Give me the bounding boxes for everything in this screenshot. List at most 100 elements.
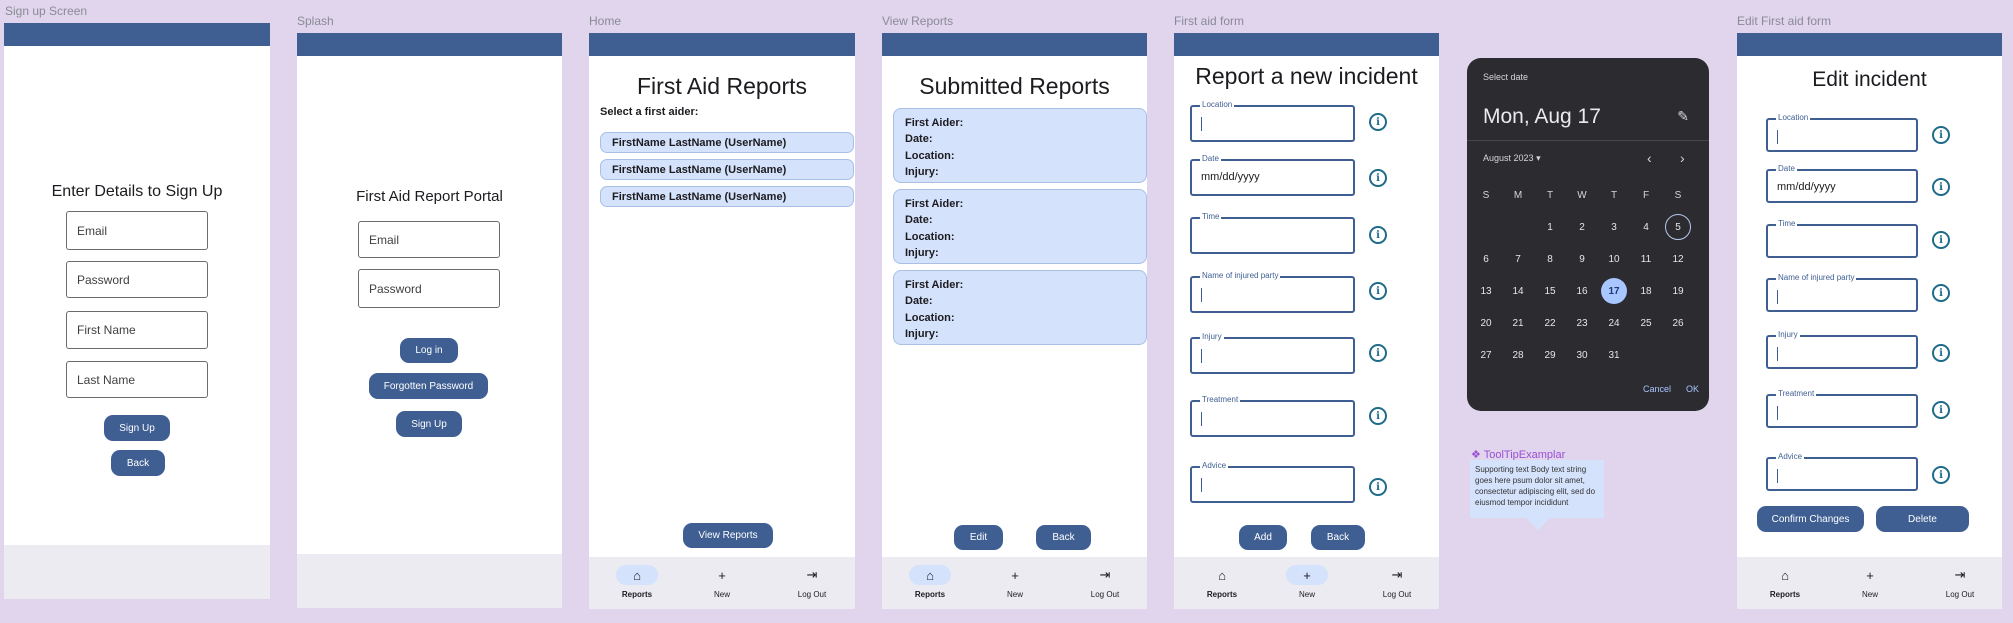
email-field[interactable]: Email: [66, 211, 208, 250]
calendar-day[interactable]: 3: [1601, 214, 1627, 240]
report-card[interactable]: First Aider: Date: Location: Injury:: [893, 108, 1147, 183]
injury-input[interactable]: Injury: [1190, 332, 1355, 374]
info-icon[interactable]: i: [1932, 401, 1950, 419]
nav-new[interactable]: + New: [692, 565, 752, 600]
calendar-day[interactable]: 25: [1633, 310, 1659, 336]
calendar-day[interactable]: 31: [1601, 342, 1627, 368]
first-name-field[interactable]: First Name: [66, 311, 208, 349]
advice-input[interactable]: Advice: [1766, 452, 1918, 491]
calendar-day[interactable]: 18: [1633, 278, 1659, 304]
password-field[interactable]: Password: [66, 261, 208, 298]
calendar-day[interactable]: 23: [1569, 310, 1595, 336]
calendar-day[interactable]: 29: [1537, 342, 1563, 368]
next-month-icon[interactable]: ›: [1680, 150, 1685, 166]
calendar-day[interactable]: 22: [1537, 310, 1563, 336]
calendar-day[interactable]: 20: [1473, 310, 1499, 336]
report-card[interactable]: First Aider: Date: Location: Injury:: [893, 189, 1147, 264]
calendar-day[interactable]: 27: [1473, 342, 1499, 368]
back-button[interactable]: Back: [111, 450, 165, 476]
edit-button[interactable]: Edit: [954, 525, 1003, 550]
info-icon[interactable]: i: [1369, 407, 1387, 425]
last-name-field[interactable]: Last Name: [66, 361, 208, 398]
nav-new[interactable]: + New: [1840, 565, 1900, 600]
aider-list-item[interactable]: FirstName LastName (UserName): [600, 186, 854, 207]
forgot-password-button[interactable]: Forgotten Password: [369, 373, 488, 399]
report-card[interactable]: First Aider: Date: Location: Injury:: [893, 270, 1147, 345]
calendar-day[interactable]: 8: [1537, 246, 1563, 272]
calendar-day[interactable]: 9: [1569, 246, 1595, 272]
pencil-icon[interactable]: ✎: [1677, 108, 1689, 125]
prev-month-icon[interactable]: ‹: [1647, 150, 1652, 166]
nav-reports[interactable]: ⌂ Reports: [607, 565, 667, 599]
location-input[interactable]: Location: [1766, 113, 1918, 152]
info-icon[interactable]: i: [1369, 226, 1387, 244]
location-input[interactable]: Location: [1190, 100, 1355, 142]
calendar-day[interactable]: 21: [1505, 310, 1531, 336]
treatment-input[interactable]: Treatment: [1766, 389, 1918, 428]
calendar-day[interactable]: 26: [1665, 310, 1691, 336]
info-icon[interactable]: i: [1932, 126, 1950, 144]
delete-button[interactable]: Delete: [1876, 506, 1969, 532]
add-button[interactable]: Add: [1239, 525, 1287, 550]
treatment-input[interactable]: Treatment: [1190, 395, 1355, 437]
cancel-button[interactable]: Cancel: [1643, 384, 1671, 394]
email-field[interactable]: Email: [358, 221, 500, 258]
injured-party-input[interactable]: Name of injured party: [1766, 273, 1918, 312]
month-selector[interactable]: August 2023 ▾: [1483, 153, 1541, 164]
nav-reports[interactable]: ⌂ Reports: [1755, 565, 1815, 600]
calendar-day[interactable]: 16: [1569, 278, 1595, 304]
password-field[interactable]: Password: [358, 269, 500, 308]
nav-reports[interactable]: ⌂ Reports: [1192, 565, 1252, 600]
info-icon[interactable]: i: [1932, 344, 1950, 362]
info-icon[interactable]: i: [1932, 284, 1950, 302]
calendar-day[interactable]: 1: [1537, 214, 1563, 240]
signup-button[interactable]: Sign Up: [104, 415, 170, 441]
calendar-day[interactable]: 10: [1601, 246, 1627, 272]
info-icon[interactable]: i: [1932, 466, 1950, 484]
back-button[interactable]: Back: [1036, 525, 1091, 550]
advice-input[interactable]: Advice: [1190, 461, 1355, 503]
calendar-day[interactable]: 6: [1473, 246, 1499, 272]
nav-logout[interactable]: ⇥ Log Out: [1367, 565, 1427, 599]
info-icon[interactable]: i: [1369, 282, 1387, 300]
aider-list-item[interactable]: FirstName LastName (UserName): [600, 132, 854, 153]
calendar-day[interactable]: 2: [1569, 214, 1595, 240]
calendar-day[interactable]: 5: [1665, 214, 1691, 240]
nav-reports[interactable]: ⌂ Reports: [900, 565, 960, 599]
view-reports-button[interactable]: View Reports: [683, 523, 773, 548]
calendar-day[interactable]: 17: [1601, 278, 1627, 304]
signup-button[interactable]: Sign Up: [396, 411, 462, 437]
time-input[interactable]: Time: [1190, 212, 1355, 254]
nav-logout[interactable]: ⇥ Log Out: [1075, 565, 1135, 599]
nav-new[interactable]: + New: [1277, 565, 1337, 599]
aider-list-item[interactable]: FirstName LastName (UserName): [600, 159, 854, 180]
calendar-day[interactable]: 11: [1633, 246, 1659, 272]
calendar-day[interactable]: 19: [1665, 278, 1691, 304]
time-input[interactable]: Time: [1766, 219, 1918, 258]
nav-logout[interactable]: ⇥ Log Out: [1930, 565, 1990, 599]
date-input[interactable]: Date mm/dd/yyyy: [1190, 154, 1355, 196]
injured-party-input[interactable]: Name of injured party: [1190, 271, 1355, 313]
info-icon[interactable]: i: [1369, 344, 1387, 362]
calendar-day[interactable]: 12: [1665, 246, 1691, 272]
login-button[interactable]: Log in: [400, 338, 458, 363]
injury-input[interactable]: Injury: [1766, 330, 1918, 369]
calendar-day[interactable]: 4: [1633, 214, 1659, 240]
calendar-day[interactable]: 15: [1537, 278, 1563, 304]
calendar-day[interactable]: 24: [1601, 310, 1627, 336]
calendar-day[interactable]: 30: [1569, 342, 1595, 368]
info-icon[interactable]: i: [1932, 178, 1950, 196]
nav-new[interactable]: + New: [985, 565, 1045, 600]
ok-button[interactable]: OK: [1686, 384, 1699, 394]
confirm-changes-button[interactable]: Confirm Changes: [1757, 506, 1864, 532]
nav-logout[interactable]: ⇥ Log Out: [782, 565, 842, 599]
info-icon[interactable]: i: [1369, 478, 1387, 496]
calendar-day[interactable]: 7: [1505, 246, 1531, 272]
info-icon[interactable]: i: [1369, 169, 1387, 187]
back-button[interactable]: Back: [1311, 525, 1365, 550]
calendar-day[interactable]: 28: [1505, 342, 1531, 368]
info-icon[interactable]: i: [1369, 113, 1387, 131]
date-input[interactable]: Date mm/dd/yyyy: [1766, 164, 1918, 203]
info-icon[interactable]: i: [1932, 231, 1950, 249]
calendar-day[interactable]: 14: [1505, 278, 1531, 304]
